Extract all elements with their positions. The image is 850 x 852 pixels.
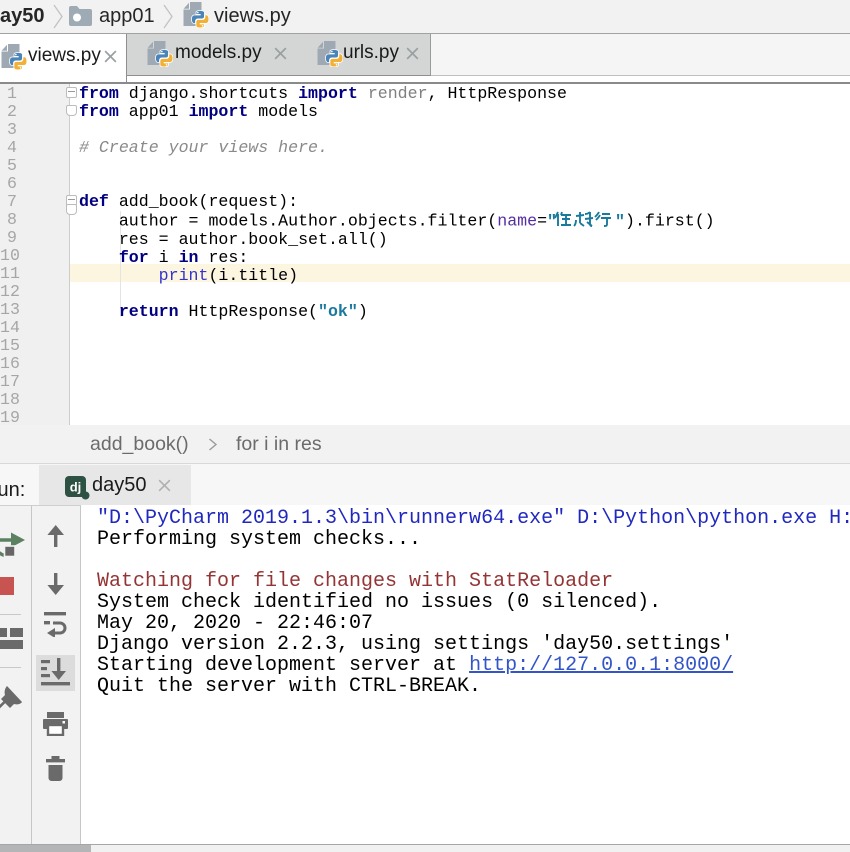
svg-text:dj: dj: [70, 480, 82, 495]
